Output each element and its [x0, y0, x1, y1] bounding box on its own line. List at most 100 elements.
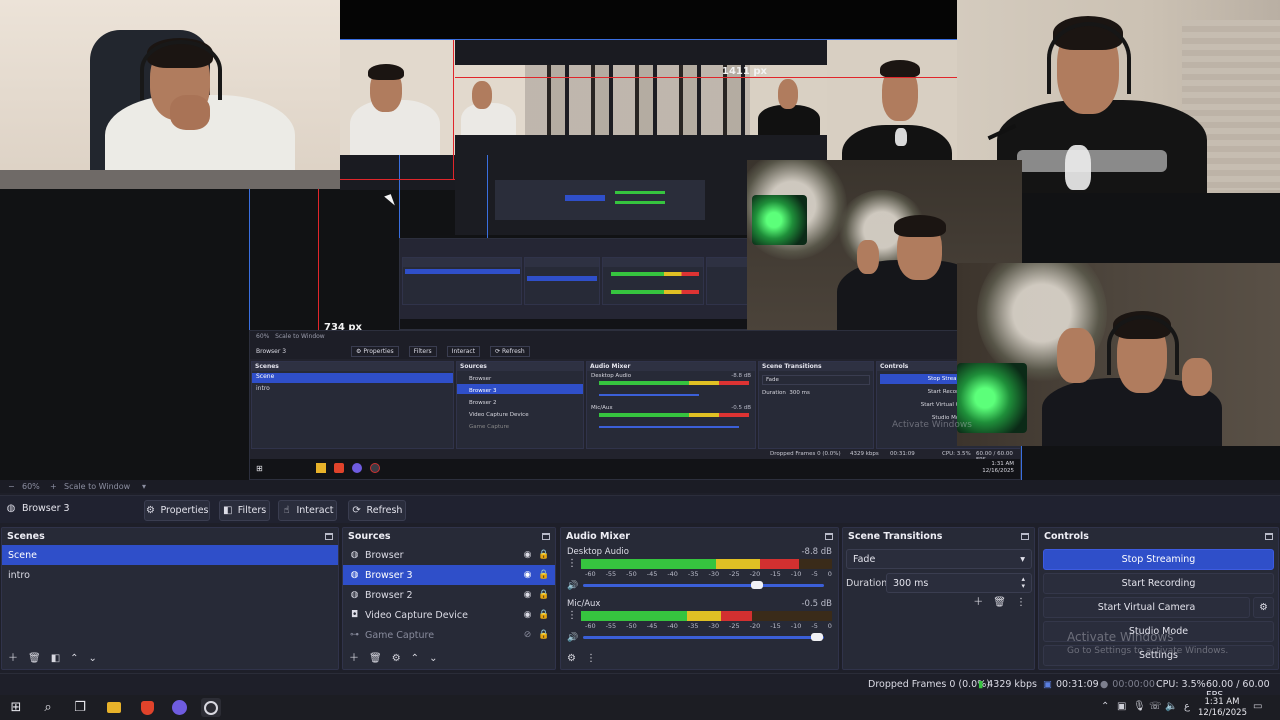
filter-icon[interactable]: ◧	[51, 654, 60, 664]
task-view-icon[interactable]: ❐	[70, 698, 90, 717]
meter-tick-label: -60	[585, 622, 596, 630]
meter-tick-label: -15	[770, 570, 781, 578]
advanced-audio-icon[interactable]: ⚙	[567, 654, 576, 664]
meter-tick-label: -35	[687, 570, 699, 578]
eye-hidden-icon[interactable]: ⊘	[522, 630, 533, 640]
refresh-button[interactable]: ⟳ Refresh	[348, 500, 406, 521]
lock-icon[interactable]: 🔒	[538, 570, 549, 580]
brave-browser-icon[interactable]	[137, 698, 157, 717]
meter-tick-label: -30	[708, 570, 720, 578]
add-icon[interactable]: ＋	[973, 598, 983, 608]
trash-icon[interactable]: 🗑	[28, 654, 41, 664]
scene-item[interactable]: intro	[2, 565, 338, 585]
kebab-icon[interactable]: ⋮	[586, 654, 596, 664]
transition-select[interactable]: Fade ▾	[846, 549, 1032, 569]
start-recording-button[interactable]: Start Recording	[1043, 573, 1274, 594]
source-item[interactable]: ◍ Browser 3 ◉ 🔒	[343, 565, 555, 585]
add-icon[interactable]: ＋	[349, 654, 359, 664]
dock-float-icon[interactable]	[542, 533, 550, 540]
channel-name: Desktop Audio	[567, 547, 629, 557]
preview-canvas[interactable]: 1411 px 734 px 60% Scale to Window Brows…	[0, 0, 1280, 480]
volume-slider[interactable]	[583, 581, 824, 589]
source-name: Browser 2	[365, 589, 413, 601]
tray-chevron-icon[interactable]: ⌃	[1101, 701, 1109, 712]
meter-tick-label: -20	[749, 622, 761, 630]
properties-button[interactable]: ⚙ Properties	[144, 500, 210, 521]
tray-app-icon[interactable]: ▣	[1117, 701, 1126, 712]
kebab-icon[interactable]: ⋮	[567, 558, 577, 569]
network-icon[interactable]: ☏	[1149, 701, 1162, 712]
lock-icon[interactable]: 🔒	[538, 630, 549, 640]
controls-title: Controls	[1044, 531, 1089, 542]
trash-icon[interactable]: 🗑	[369, 654, 382, 664]
obs-icon[interactable]	[201, 698, 221, 717]
microphone-icon[interactable]: 🎙	[1133, 701, 1146, 712]
nested-activate-windows: Activate Windows	[892, 420, 972, 430]
scale-to-window-label[interactable]: Scale to Window	[64, 482, 130, 491]
virtual-camera-settings-button[interactable]: ⚙	[1253, 597, 1274, 618]
source-context-bar: ◍ Browser 3 ⚙ Properties ◧ Filters ☝ Int…	[0, 495, 1280, 523]
dock-float-icon[interactable]	[1021, 533, 1029, 540]
zoom-minus-button[interactable]: −	[8, 482, 15, 491]
taskbar-clock[interactable]: 1:31 AM 12/16/2025	[1198, 697, 1247, 719]
speaker-icon[interactable]: 🔊	[567, 581, 578, 591]
scenes-dock: Scenes Scene intro ＋ 🗑 ◧ ⌃ ⌄	[1, 527, 339, 670]
zoom-plus-button[interactable]: +	[50, 482, 57, 491]
trash-icon[interactable]: 🗑	[993, 598, 1006, 608]
current-source: ◍ Browser 3	[6, 503, 70, 514]
volume-icon[interactable]: 🔈	[1165, 701, 1177, 712]
bounds-guide-top	[340, 39, 957, 40]
volume-slider[interactable]	[583, 633, 824, 641]
sources-title: Sources	[348, 531, 391, 542]
globe-icon: ◍	[350, 570, 359, 580]
current-source-name: Browser 3	[22, 503, 70, 514]
eye-icon[interactable]: ◉	[522, 550, 533, 560]
kebab-icon[interactable]: ⋮	[567, 610, 577, 621]
zoom-dropdown-icon[interactable]: ▾	[142, 482, 146, 491]
transition-value: Fade	[853, 553, 876, 565]
source-item[interactable]: ⊶ Game Capture ⊘ 🔒	[343, 625, 555, 645]
windows-start-icon[interactable]: ⊞	[6, 698, 26, 717]
scene-item[interactable]: Scene	[2, 545, 338, 565]
move-down-icon[interactable]: ⌄	[429, 654, 437, 664]
speaker-icon[interactable]: 🔊	[567, 633, 578, 643]
move-up-icon[interactable]: ⌃	[411, 654, 419, 664]
spin-arrows-icon[interactable]: ▴ ▾	[1021, 576, 1025, 590]
move-up-icon[interactable]: ⌃	[70, 654, 78, 664]
preview-top-strip	[340, 0, 957, 40]
source-name: Browser 3	[365, 569, 413, 581]
source-item[interactable]: ◍ Browser 2 ◉ 🔒	[343, 585, 555, 605]
search-icon[interactable]: ⌕	[38, 698, 58, 717]
move-down-icon[interactable]: ⌄	[89, 654, 97, 664]
meter-tick-label: -55	[605, 570, 617, 578]
source-item[interactable]: ◘ Video Capture Device ◉ 🔒	[343, 605, 555, 625]
discord-icon[interactable]	[169, 698, 189, 717]
interact-button[interactable]: ☝ Interact	[278, 500, 337, 521]
lock-icon[interactable]: 🔒	[538, 550, 549, 560]
stop-streaming-button[interactable]: Stop Streaming	[1043, 549, 1274, 570]
signal-bars-icon: ▮	[978, 679, 984, 690]
eye-icon[interactable]: ◉	[522, 610, 533, 620]
activate-windows-watermark: Activate Windows Go to Settings to activ…	[1067, 630, 1229, 656]
dock-float-icon[interactable]	[1265, 533, 1273, 540]
start-virtual-camera-button[interactable]: Start Virtual Camera	[1043, 597, 1250, 618]
add-icon[interactable]: ＋	[8, 654, 18, 664]
lock-icon[interactable]: 🔒	[538, 590, 549, 600]
gear-icon[interactable]: ⚙	[392, 654, 401, 664]
dock-float-icon[interactable]	[325, 533, 333, 540]
duration-spinbox[interactable]: 300 ms ▴ ▾	[886, 573, 1032, 593]
channel-db: -8.8 dB	[801, 547, 832, 557]
meter-tick-label: -50	[626, 570, 637, 578]
kebab-icon[interactable]: ⋮	[1016, 598, 1026, 608]
dropped-frames: Dropped Frames 0 (0.0%)	[868, 679, 990, 690]
webcam-bottom-right	[957, 263, 1280, 446]
source-item[interactable]: ◍ Browser ◉ 🔒	[343, 545, 555, 565]
eye-icon[interactable]: ◉	[522, 570, 533, 580]
dock-float-icon[interactable]	[825, 533, 833, 540]
filters-button[interactable]: ◧ Filters	[219, 500, 270, 521]
lock-icon[interactable]: 🔒	[538, 610, 549, 620]
notification-icon[interactable]: ▭	[1253, 701, 1262, 712]
eye-icon[interactable]: ◉	[522, 590, 533, 600]
language-icon[interactable]: ع	[1184, 701, 1190, 712]
file-explorer-icon[interactable]	[104, 698, 124, 717]
